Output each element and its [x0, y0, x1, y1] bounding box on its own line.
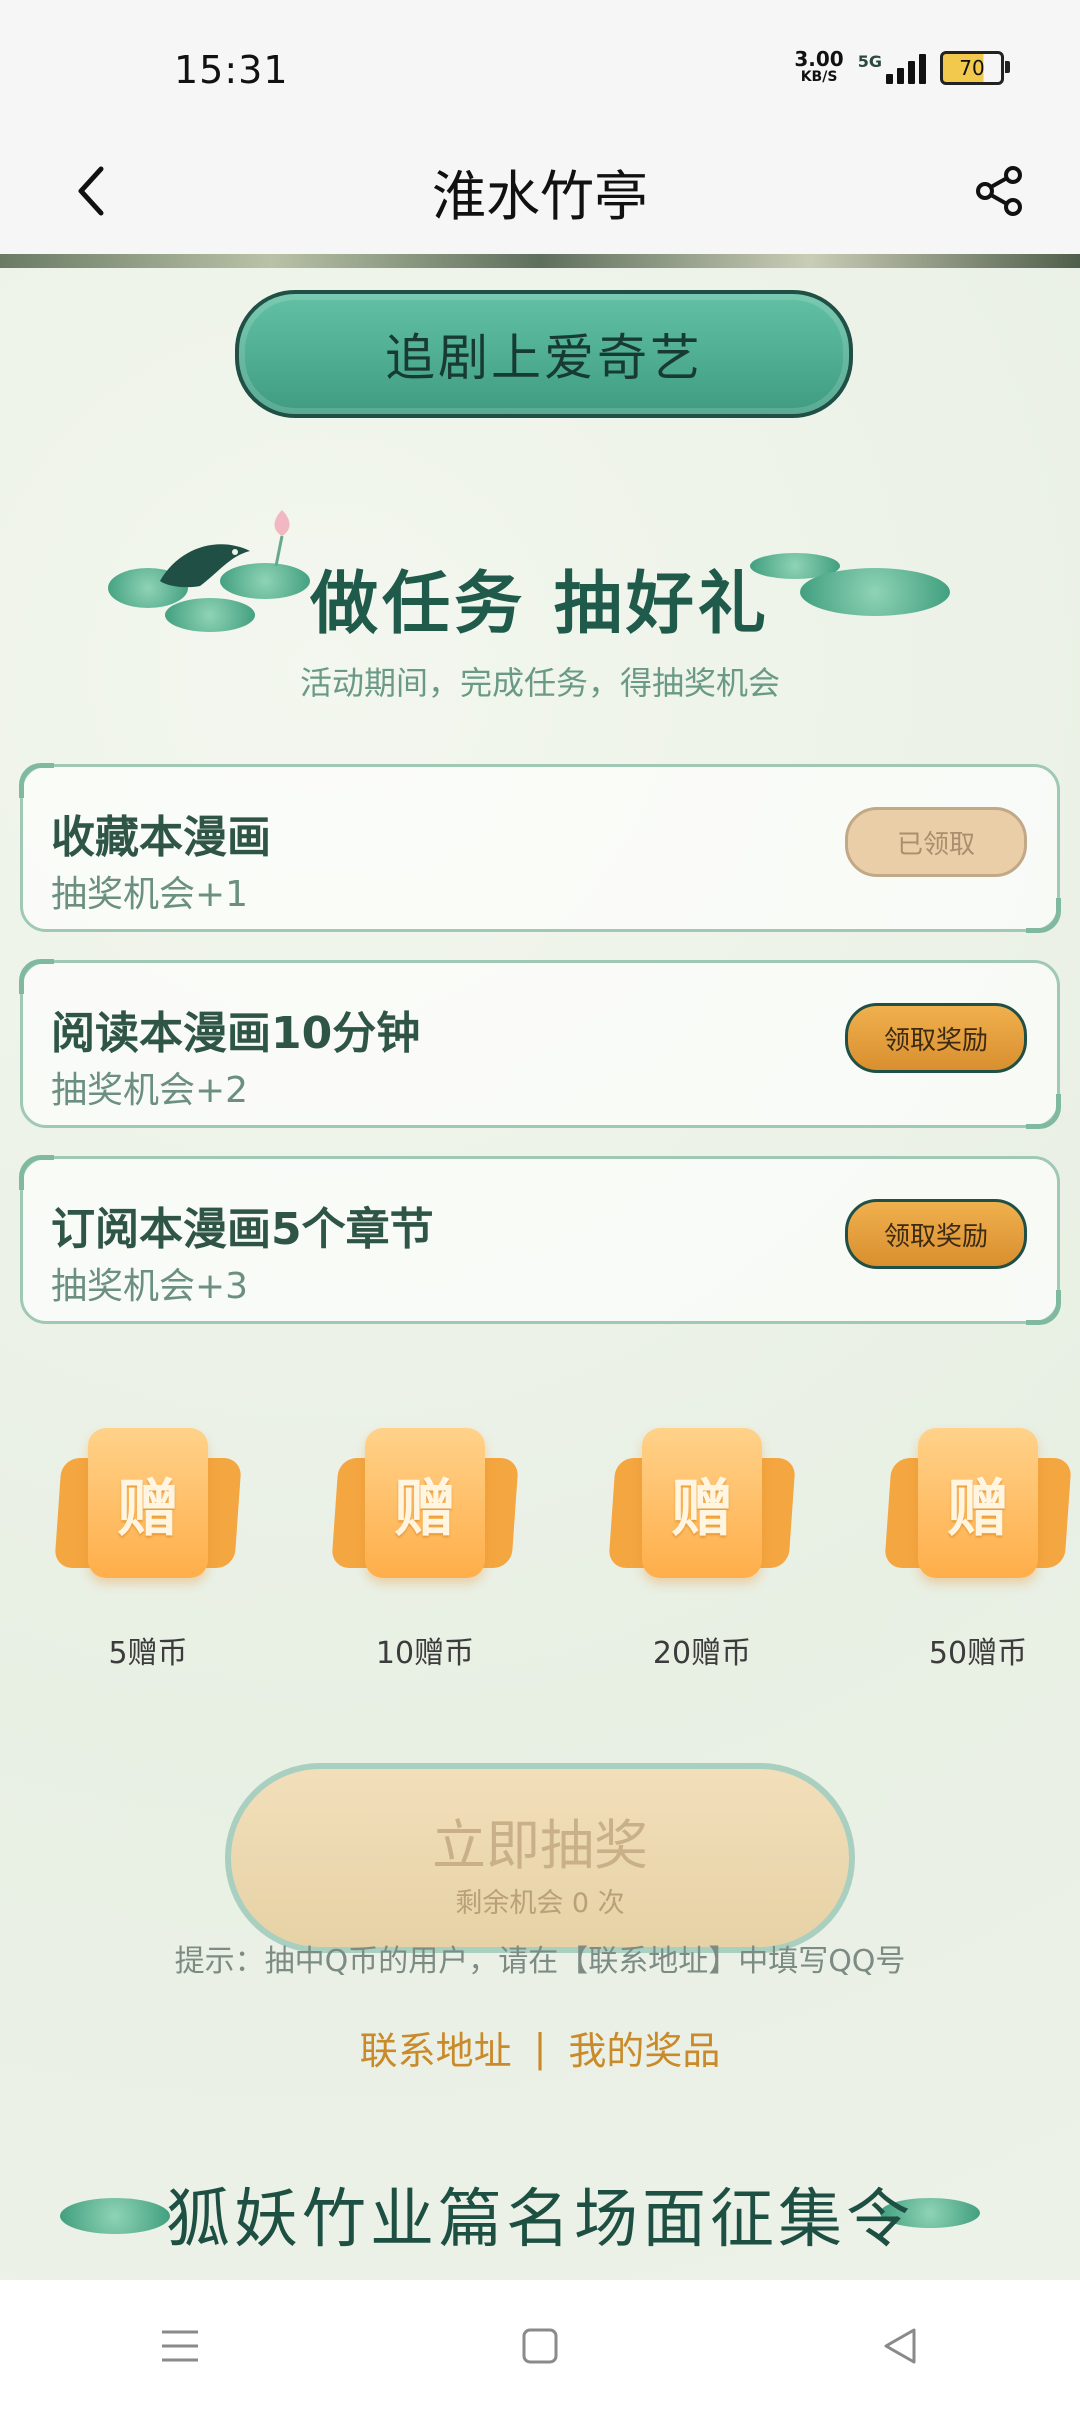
share-button[interactable] [964, 156, 1034, 226]
task-title: 阅读本漫画10分钟 [51, 1008, 421, 1059]
my-prizes-link[interactable]: 我的奖品 [568, 2020, 720, 2075]
ticket-char: 赠 [946, 1472, 1009, 1545]
net-speed: 3.00 KB/S [794, 47, 844, 86]
prize-item: 赠 10赠币 [331, 1428, 519, 1678]
battery-icon: 70 [940, 51, 1010, 85]
prize-item: 赠 20赠币 [608, 1428, 796, 1678]
iqiyi-banner[interactable]: 追剧上爱奇艺 [235, 290, 853, 418]
prize-list: 赠 5赠币 赠 10赠币 赠 20赠币 赠 50赠币 [0, 1428, 1080, 1678]
status-time: 15:31 [174, 48, 289, 92]
prize-label: 10赠币 [375, 1636, 475, 1671]
ticket-char: 赠 [116, 1472, 179, 1545]
triangle-back-icon [884, 2328, 916, 2364]
share-icon [976, 166, 1022, 216]
task-reward: 抽奖机会+3 [51, 1266, 249, 1307]
nav-menu-button[interactable] [120, 2296, 240, 2396]
tasks-heading: 做任务 抽好礼 [310, 564, 770, 644]
menu-icon [162, 2330, 198, 2362]
prize-label: 50赠币 [928, 1636, 1028, 1671]
tasks-subtitle: 活动期间，完成任务，得抽奖机会 [299, 664, 780, 702]
status-icons: 3.00 KB/S 5G 70 [794, 47, 1010, 86]
iqiyi-banner-label: 追剧上爱奇艺 [385, 329, 703, 387]
task-card: 订阅本漫画5个章节 抽奖机会+3 领取奖励 [19, 1155, 1061, 1325]
nav-home-button[interactable] [480, 2296, 600, 2396]
prize-item: 赠 50赠币 [884, 1428, 1072, 1678]
claim-reward-button[interactable]: 领取奖励 [845, 1003, 1027, 1073]
app-bar: 淮水竹亭 [0, 130, 1080, 254]
gift-ticket-icon: 赠 [608, 1428, 796, 1578]
battery-level: 70 [959, 56, 985, 80]
task-title: 收藏本漫画 [51, 812, 271, 863]
claim-reward-button[interactable]: 领取奖励 [845, 1199, 1027, 1269]
gift-ticket-icon: 赠 [54, 1428, 242, 1578]
system-nav-bar [0, 2280, 1080, 2412]
prize-label: 5赠币 [108, 1636, 188, 1671]
page-title: 淮水竹亭 [432, 165, 648, 228]
claimed-button[interactable]: 已领取 [845, 807, 1027, 877]
contact-address-link[interactable]: 联系地址 [360, 2020, 512, 2075]
nav-back-button[interactable] [840, 2296, 960, 2396]
prize-label: 20赠币 [652, 1636, 752, 1671]
ticket-char: 赠 [393, 1472, 456, 1545]
draw-now-button[interactable]: 立即抽奖 剩余机会 0 次 [225, 1763, 855, 1953]
link-separator: | [533, 2025, 547, 2070]
bottom-section-heading: 狐妖竹业篇名场面征集令 [166, 2183, 914, 2257]
task-reward: 抽奖机会+1 [51, 874, 249, 915]
net-speed-value: 3.00 [794, 47, 844, 71]
signal-icon [886, 52, 926, 84]
task-reward: 抽奖机会+2 [51, 1070, 249, 1111]
net-speed-unit: KB/S [800, 69, 838, 85]
network-type: 5G [857, 51, 882, 71]
task-card: 收藏本漫画 抽奖机会+1 已领取 [19, 763, 1061, 933]
task-title: 订阅本漫画5个章节 [51, 1204, 434, 1255]
main-content[interactable]: 追剧上爱奇艺 做任务 抽好礼 活动期间，完成任务，得抽奖机会 收藏本漫画 抽奖机… [0, 268, 1080, 2280]
prize-item: 赠 5赠币 [54, 1428, 242, 1678]
footer-links: 联系地址 | 我的奖品 [0, 2020, 1080, 2075]
remaining-chances: 剩余机会 0 次 [455, 1888, 625, 1919]
task-card: 阅读本漫画10分钟 抽奖机会+2 领取奖励 [19, 959, 1061, 1129]
ticket-char: 赠 [670, 1472, 733, 1545]
tip-text: 提示：抽中Q币的用户，请在【联系地址】中填写QQ号 [174, 1944, 906, 1979]
gift-ticket-icon: 赠 [884, 1428, 1072, 1578]
gift-ticket-icon: 赠 [331, 1428, 519, 1578]
square-icon [522, 2328, 558, 2364]
status-bar: 15:31 3.00 KB/S 5G 70 [0, 0, 1080, 130]
banner-strip [0, 254, 1080, 268]
draw-button-label: 立即抽奖 [432, 1814, 648, 1877]
